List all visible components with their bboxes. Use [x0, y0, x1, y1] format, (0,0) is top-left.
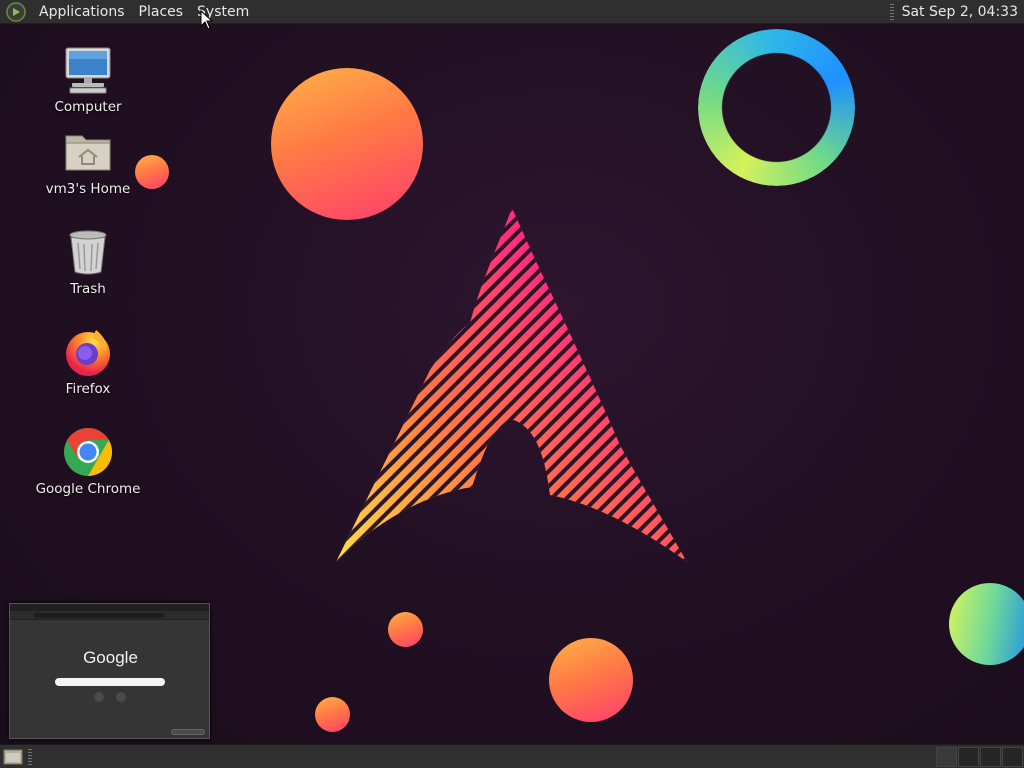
preview-address-bar	[34, 613, 164, 618]
desktop-icon-label: Google Chrome	[35, 481, 141, 497]
workspace-1[interactable]	[936, 747, 957, 767]
chrome-icon	[64, 428, 113, 476]
desktop-icon-label: vm3's Home	[45, 181, 131, 197]
wallpaper-half-sphere	[949, 583, 1024, 665]
workspace-3[interactable]	[980, 747, 1001, 767]
desktop-icon-label: Firefox	[65, 381, 111, 397]
wallpaper-orb-bottom-large	[549, 638, 633, 722]
preview-shortcut-tile	[94, 692, 104, 702]
desktop-icon-label: Trash	[70, 281, 106, 297]
preview-toolbar	[10, 611, 209, 620]
menu-places[interactable]: Places	[132, 0, 191, 24]
workspace-4[interactable]	[1002, 747, 1023, 767]
top-panel: Applications Places System Sat Sep 2, 04…	[0, 0, 1024, 24]
workspace-2[interactable]	[958, 747, 979, 767]
clock[interactable]: Sat Sep 2, 04:33	[902, 4, 1024, 20]
preview-google-logo: Google	[83, 648, 138, 667]
desktop-icon-label: Computer	[54, 99, 122, 115]
preview-customize-button	[171, 729, 205, 735]
trash-icon	[69, 230, 107, 275]
wallpaper-ring	[698, 29, 855, 186]
wallpaper-orb-large	[271, 68, 423, 220]
mate-menu-logo-icon[interactable]	[6, 1, 26, 22]
panel-drag-handle[interactable]	[28, 749, 32, 765]
desktop-icon-chrome[interactable]: Google Chrome	[28, 426, 148, 497]
mouse-pointer-icon	[200, 10, 214, 30]
panel-drag-handle[interactable]	[889, 3, 894, 20]
home-folder-icon	[65, 135, 111, 171]
desktop-icon-home[interactable]: vm3's Home	[28, 126, 148, 197]
chrome-window-preview[interactable]: Google	[9, 603, 210, 739]
preview-add-shortcut-tile	[116, 692, 126, 702]
show-desktop-icon[interactable]	[3, 748, 23, 766]
firefox-icon	[66, 330, 110, 376]
desktop-icon-computer[interactable]: Computer	[28, 44, 148, 115]
arch-linux-logo-icon	[336, 208, 687, 562]
desktop-icon-firefox[interactable]: Firefox	[28, 326, 148, 397]
wallpaper-orb-bottom-small	[388, 612, 423, 647]
preview-tab-bar	[10, 604, 209, 611]
bottom-panel	[0, 744, 1024, 768]
preview-search-box	[55, 678, 165, 686]
wallpaper-orb-bottom-left	[315, 697, 350, 732]
menu-applications[interactable]: Applications	[32, 0, 132, 24]
computer-icon	[65, 47, 111, 94]
desktop-icon-trash[interactable]: Trash	[28, 226, 148, 297]
